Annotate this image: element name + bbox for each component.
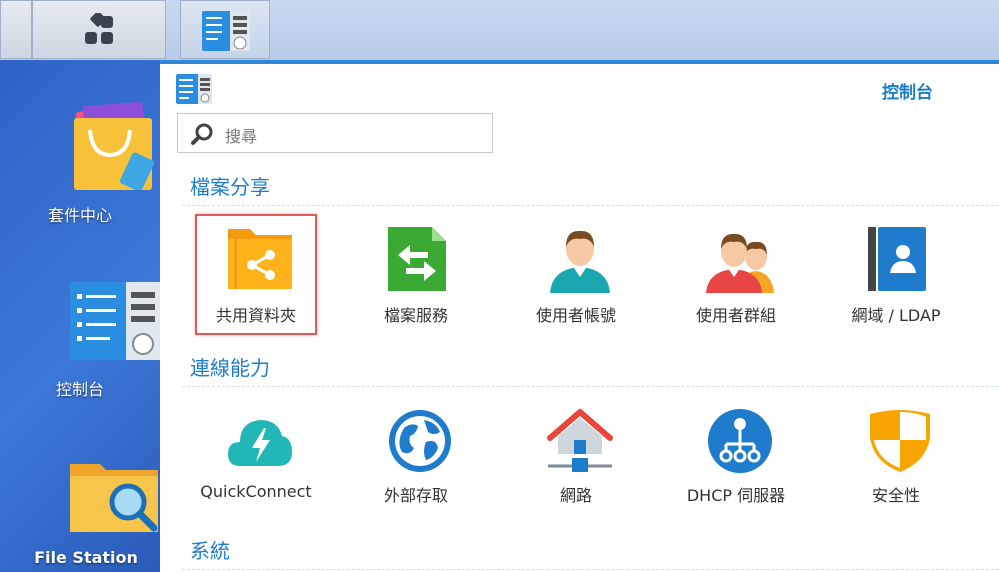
section-divider	[182, 569, 999, 570]
control-panel-icon	[202, 11, 250, 51]
grid-icon	[85, 13, 113, 44]
tile-label: 使用者群組	[695, 306, 776, 325]
section-title-file-sharing: 檔案分享	[190, 175, 270, 199]
group-icon	[706, 233, 774, 293]
tile-label: 外部存取	[383, 486, 448, 505]
search-icon	[191, 123, 213, 145]
tile-label: 網域 / LDAP	[851, 306, 941, 325]
tile-label: 安全性	[871, 486, 920, 505]
section-divider	[182, 205, 999, 206]
file-station-icon	[70, 464, 158, 532]
network-icon	[547, 409, 613, 472]
shared-folder-icon	[228, 229, 292, 289]
desktop-item-label: 控制台	[55, 380, 104, 399]
desktop-item-label: 套件中心	[47, 206, 112, 225]
dhcp-server-icon	[708, 409, 772, 473]
desktop: 套件中心 控制台 File Station	[0, 60, 160, 572]
user-icon	[550, 230, 610, 293]
tile-label: 網路	[559, 486, 592, 505]
section-divider	[182, 386, 999, 387]
package-center-icon	[74, 102, 155, 190]
tile-label: 使用者帳號	[535, 306, 616, 325]
control-panel-icon	[176, 74, 212, 104]
tile-label: DHCP 伺服器	[686, 486, 786, 505]
section-title-connectivity: 連線能力	[190, 356, 270, 380]
tile-label: 檔案服務	[383, 306, 448, 325]
taskbar-edge	[0, 0, 32, 59]
file-services-icon	[388, 227, 446, 291]
taskbar	[0, 0, 999, 61]
desktop-item-label: File Station	[34, 548, 138, 567]
search-input[interactable]: 搜尋	[177, 113, 493, 153]
external-access-icon	[389, 410, 451, 472]
security-icon	[870, 410, 930, 472]
taskbar-control-panel-button[interactable]	[180, 0, 270, 59]
main-menu-button[interactable]	[32, 0, 166, 59]
control-panel-window: 控制台 搜尋 檔案分享 共用資料夾 檔案服務 使用者帳號 使用者群組 網域 / …	[160, 60, 999, 572]
quickconnect-icon	[228, 420, 292, 466]
tile-label: QuickConnect	[200, 482, 312, 501]
domain-ldap-icon	[868, 227, 926, 291]
control-panel-icon	[70, 282, 160, 360]
tile-label: 共用資料夾	[215, 306, 296, 325]
section-title-system: 系統	[190, 539, 230, 563]
search-placeholder: 搜尋	[225, 127, 258, 146]
window-title: 控制台	[882, 83, 933, 103]
